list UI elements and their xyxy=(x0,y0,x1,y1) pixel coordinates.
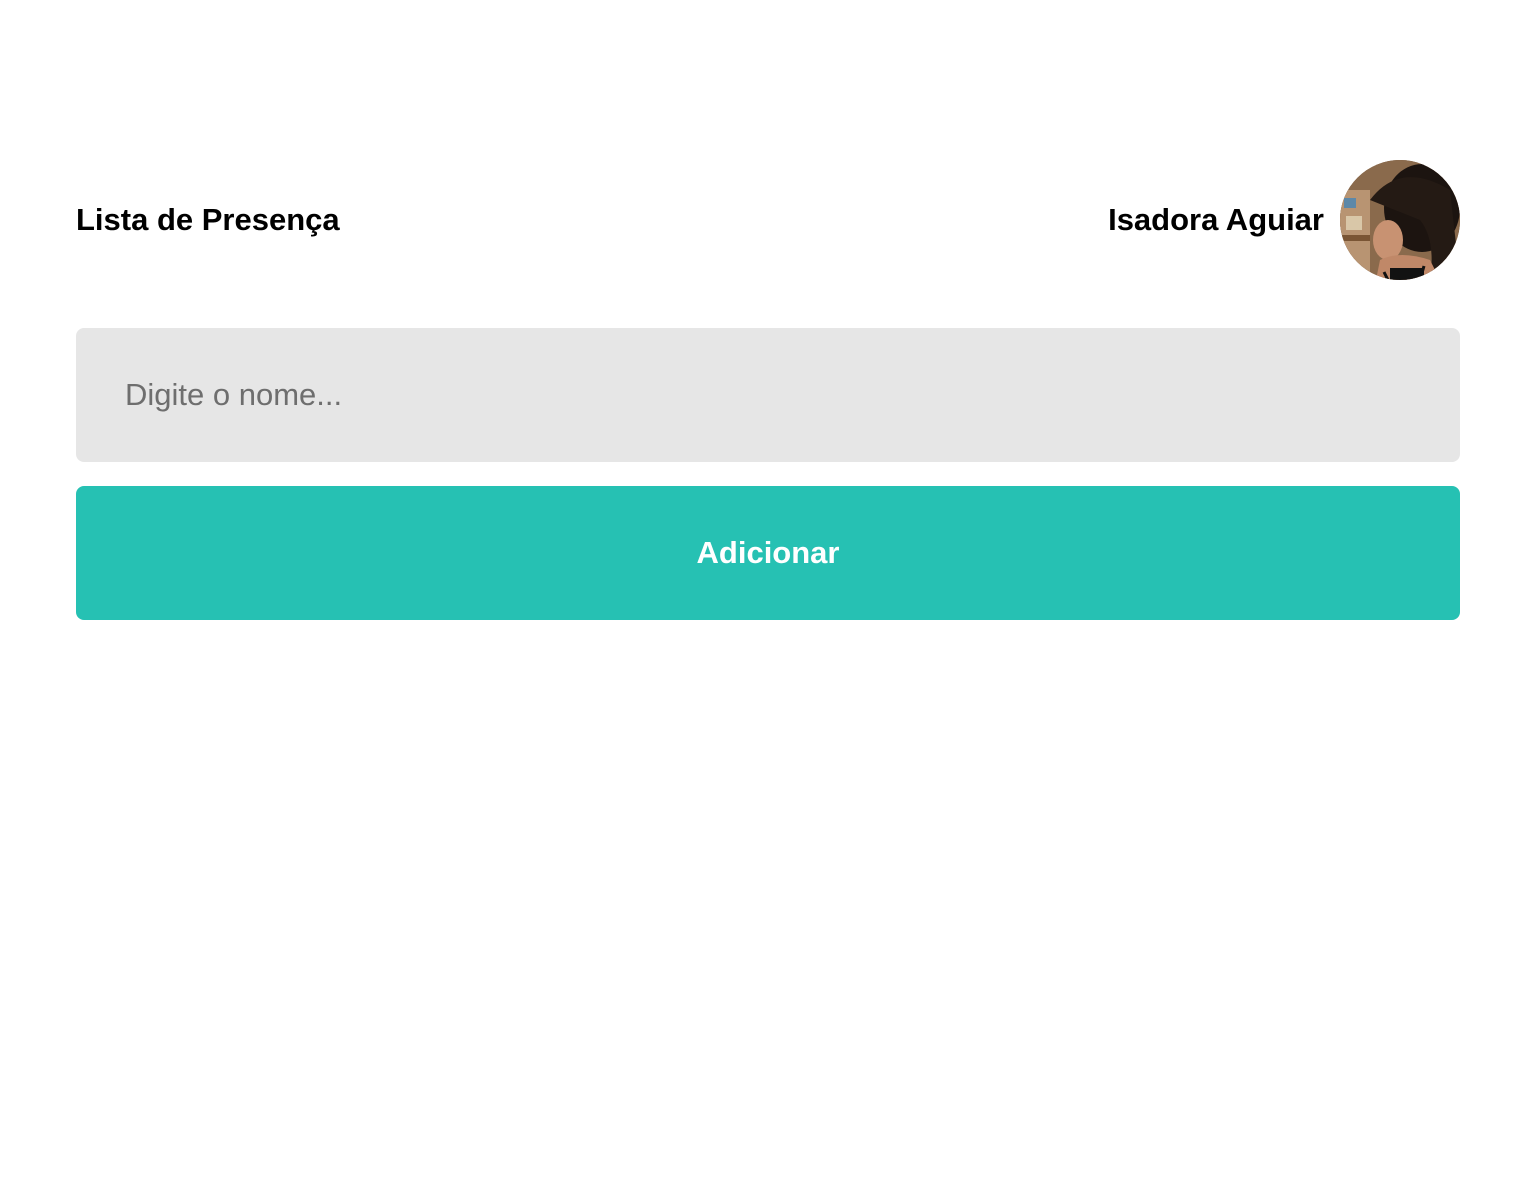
user-name: Isadora Aguiar xyxy=(1108,202,1324,237)
user-profile[interactable]: Isadora Aguiar xyxy=(1108,160,1460,280)
add-button[interactable]: Adicionar xyxy=(76,486,1460,620)
avatar[interactable] xyxy=(1340,160,1460,280)
app-container: Lista de Presença Isadora Aguiar Digite … xyxy=(76,160,1460,620)
name-input[interactable] xyxy=(76,328,1460,462)
avatar-photo-icon xyxy=(1340,160,1460,280)
header: Lista de Presença Isadora Aguiar xyxy=(76,160,1460,280)
page-title: Lista de Presença xyxy=(76,202,340,237)
